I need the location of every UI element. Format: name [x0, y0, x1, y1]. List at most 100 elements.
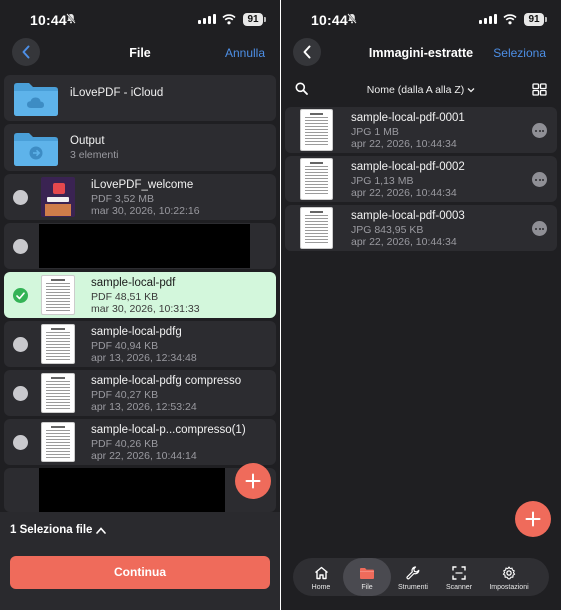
- file-size: PDF 40,27 KB: [91, 389, 159, 401]
- folder-name: iLovePDF - iCloud: [70, 87, 164, 99]
- tab-label: Impostazioni: [489, 584, 529, 591]
- file-date: apr 13, 2026, 12:34:48: [91, 352, 197, 364]
- grid-view-icon: [532, 83, 547, 96]
- home-icon: [314, 566, 328, 580]
- sort-dropdown[interactable]: Nome (dalla A alla Z): [281, 84, 561, 96]
- cellular-signal-icon: [198, 14, 216, 24]
- file-row-redacted[interactable]: [4, 223, 276, 269]
- image-size: JPG 1 MB: [351, 126, 399, 138]
- tab-home[interactable]: Home: [297, 558, 345, 596]
- silent-bell-icon: [66, 13, 76, 27]
- plus-icon: [245, 473, 261, 489]
- cellular-signal-icon: [479, 14, 497, 24]
- status-bar: 10:44 91: [0, 0, 280, 40]
- chevron-down-icon: [467, 88, 475, 93]
- extracted-images-screen: 10:44 91 Immagini-estratte Seleziona Nom…: [281, 0, 561, 610]
- scan-icon: [452, 566, 466, 580]
- image-name: sample-local-pdf-0001: [351, 112, 465, 124]
- navigation-bar: Immagini-estratte Seleziona: [281, 38, 561, 68]
- add-button[interactable]: [235, 463, 271, 499]
- select-button[interactable]: Seleziona: [493, 46, 546, 60]
- tab-label: File: [361, 584, 373, 591]
- tab-label: Home: [311, 584, 331, 591]
- cloud-folder-icon: [14, 83, 58, 116]
- sort-label: Nome (dalla A alla Z): [366, 84, 465, 96]
- selection-summary-toggle[interactable]: 1 Seleziona file: [10, 524, 107, 536]
- pdf-thumbnail: [41, 275, 75, 315]
- selection-panel: 1 Seleziona file Continua: [0, 512, 280, 610]
- silent-bell-icon: [347, 13, 357, 27]
- battery-level: 91: [243, 13, 266, 26]
- wrench-icon: [406, 566, 420, 580]
- pdf-thumbnail: [41, 177, 75, 217]
- file-row[interactable]: iLovePDF_welcome PDF 3,52 MB mar 30, 202…: [4, 174, 276, 220]
- tab-bar: Home File Strumenti Scanner Impostazioni: [293, 558, 549, 596]
- chevron-up-icon: [96, 526, 107, 534]
- image-date: apr 22, 2026, 10:44:34: [351, 187, 457, 199]
- folder-row-output[interactable]: Output 3 elementi: [4, 124, 276, 171]
- folder-icon: [360, 567, 374, 579]
- file-date: apr 22, 2026, 10:44:14: [91, 450, 197, 462]
- continue-button[interactable]: Continua: [10, 556, 270, 589]
- select-radio[interactable]: [13, 239, 28, 254]
- status-time: 10:44: [311, 12, 348, 28]
- list-toolbar: Nome (dalla A alla Z): [281, 80, 561, 102]
- select-radio[interactable]: [13, 386, 28, 401]
- tab-scanner[interactable]: Scanner: [435, 558, 483, 596]
- tab-tools[interactable]: Strumenti: [389, 558, 437, 596]
- more-options-button[interactable]: [532, 172, 547, 187]
- file-size: PDF 48,51 KB: [91, 291, 159, 303]
- wifi-icon: [222, 12, 236, 30]
- pdf-thumbnail: [41, 373, 75, 413]
- checkmark-icon: [16, 291, 25, 299]
- image-name: sample-local-pdf-0003: [351, 210, 465, 222]
- select-radio[interactable]: [13, 190, 28, 205]
- file-row[interactable]: sample-local-pdfg PDF 40,94 KB apr 13, 2…: [4, 321, 276, 367]
- selection-count-label: 1 Seleziona file: [10, 524, 93, 536]
- file-size: PDF 40,94 KB: [91, 340, 159, 352]
- image-row[interactable]: sample-local-pdf-0002 JPG 1,13 MB apr 22…: [285, 156, 557, 202]
- file-name: sample-local-pdfg: [91, 326, 182, 338]
- folder-row-icloud[interactable]: iLovePDF - iCloud: [4, 75, 276, 121]
- image-row[interactable]: sample-local-pdf-0003 JPG 843,95 KB apr …: [285, 205, 557, 251]
- image-thumbnail: [300, 109, 333, 151]
- redacted-area: [39, 224, 250, 268]
- image-name: sample-local-pdf-0002: [351, 161, 465, 173]
- file-date: mar 30, 2026, 10:31:33: [91, 303, 200, 315]
- file-name: sample-local-p...compresso(1): [91, 424, 246, 436]
- file-name: sample-local-pdfg compresso: [91, 375, 242, 387]
- image-thumbnail: [300, 207, 333, 249]
- tab-settings[interactable]: Impostazioni: [479, 558, 539, 596]
- file-name: sample-local-pdf: [91, 277, 176, 289]
- select-radio[interactable]: [13, 337, 28, 352]
- image-row[interactable]: sample-local-pdf-0001 JPG 1 MB apr 22, 2…: [285, 107, 557, 153]
- image-date: apr 22, 2026, 10:44:34: [351, 138, 457, 150]
- file-row-selected[interactable]: sample-local-pdf PDF 48,51 KB mar 30, 20…: [4, 272, 276, 318]
- cancel-button[interactable]: Annulla: [225, 46, 265, 60]
- select-radio[interactable]: [13, 435, 28, 450]
- gear-icon: [502, 566, 516, 580]
- file-date: mar 30, 2026, 10:22:16: [91, 205, 200, 217]
- wifi-icon: [503, 12, 517, 30]
- plus-icon: [525, 511, 541, 527]
- file-row[interactable]: sample-local-pdfg compresso PDF 40,27 KB…: [4, 370, 276, 416]
- image-thumbnail: [300, 158, 333, 200]
- grid-view-button[interactable]: [532, 83, 547, 101]
- navigation-bar: File Annulla: [0, 38, 280, 68]
- more-options-button[interactable]: [532, 221, 547, 236]
- tab-label: Scanner: [445, 584, 473, 591]
- redacted-area: [39, 468, 225, 512]
- tab-label: Strumenti: [398, 584, 428, 591]
- status-bar: 10:44 91: [281, 0, 561, 40]
- more-options-button[interactable]: [532, 123, 547, 138]
- tab-file[interactable]: File: [343, 558, 391, 596]
- image-date: apr 22, 2026, 10:44:34: [351, 236, 457, 248]
- file-size: PDF 3,52 MB: [91, 193, 155, 205]
- file-date: apr 13, 2026, 12:53:24: [91, 401, 197, 413]
- selected-checkmark[interactable]: [13, 288, 28, 303]
- file-name: iLovePDF_welcome: [91, 179, 194, 191]
- file-row[interactable]: sample-local-p...compresso(1) PDF 40,26 …: [4, 419, 276, 465]
- image-size: JPG 843,95 KB: [351, 224, 424, 236]
- add-button[interactable]: [515, 501, 551, 537]
- battery-level: 91: [524, 13, 547, 26]
